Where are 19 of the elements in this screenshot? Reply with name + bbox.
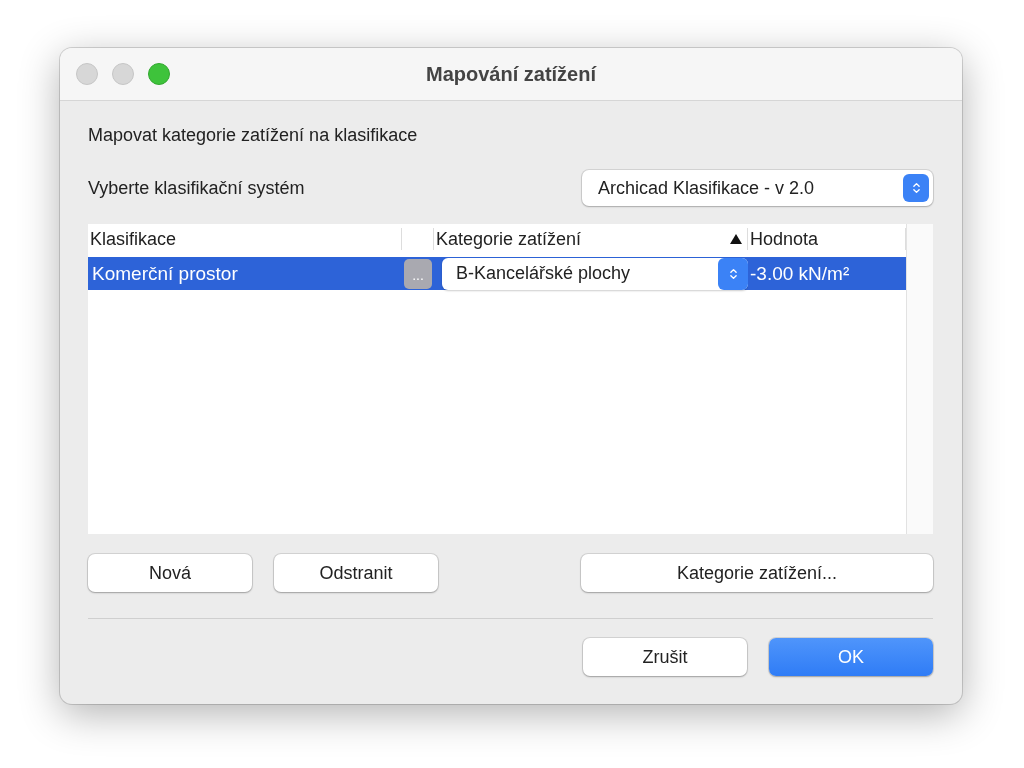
table-cell[interactable]: Komerční prostor [88,257,402,290]
cancel-button[interactable]: Zrušit [583,638,747,676]
table-button[interactable]: Odstranit [274,554,438,592]
window-title: Mapování zatížení [426,62,596,86]
classification-system-dropdown[interactable]: Archicad Klasifikace - v 2.0 [582,170,933,206]
instruction-text: Mapovat kategorie zatížení na klasifikace [88,125,419,146]
table-button[interactable]: Kategorie zatížení... [581,554,933,592]
column-header[interactable]: Hodnota [748,228,906,250]
column-header[interactable]: Kategorie zatížení [434,228,748,250]
stepper-chevron-icon [903,174,929,202]
column-header[interactable]: Klasifikace [88,228,402,250]
minimize-button[interactable] [112,63,134,85]
zoom-button[interactable] [148,63,170,85]
field-label: Vyberte klasifikační systém [88,177,305,199]
table-cell: -3.00 kN/m² [748,257,906,290]
load-category-dropdown[interactable]: B-Kancelářské plochy [442,257,748,290]
close-button[interactable] [76,63,98,85]
table-button[interactable]: Nová [88,554,252,592]
stepper-chevron-icon [718,257,748,290]
